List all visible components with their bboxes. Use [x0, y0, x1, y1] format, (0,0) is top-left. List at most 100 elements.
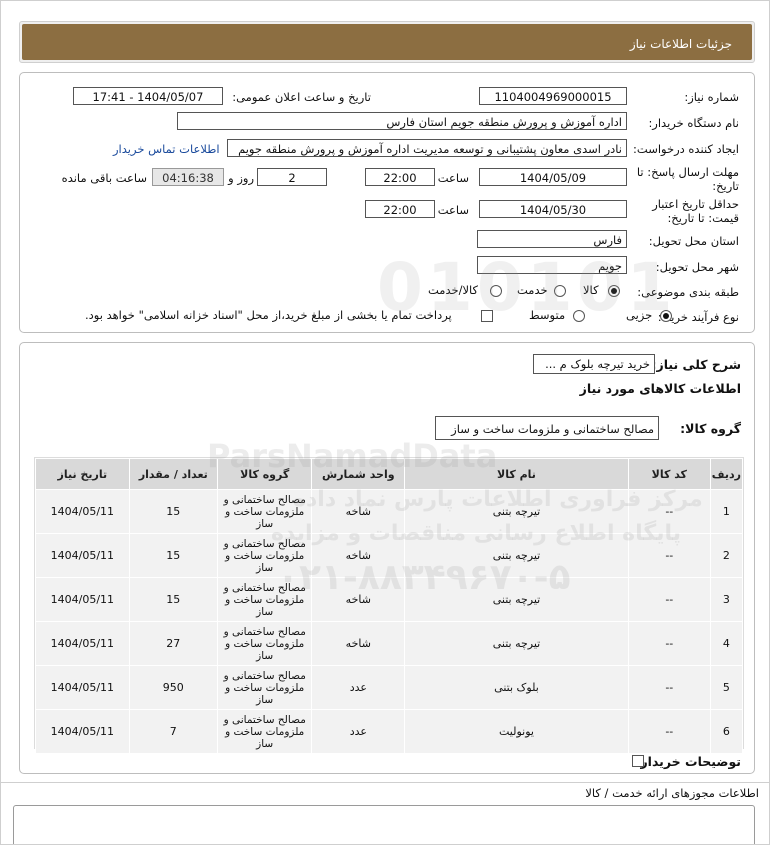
license-info-heading: اطلاعات مجوزهای ارائه خدمت / کالا	[585, 786, 759, 800]
table-row: 4 -- تیرچه بتنی شاخه مصالح ساختمانی و ملزوما…	[35, 621, 744, 666]
validity-time-field: 22:00	[365, 200, 435, 218]
need-date-cell: 1404/05/11	[35, 709, 130, 754]
goods-name-cell: تیرچه بتنی	[404, 489, 629, 534]
treasury-payment-note: پرداخت تمام یا بخشی از مبلغ خرید،از محل …	[85, 308, 452, 322]
goods-code-cell: --	[627, 709, 711, 754]
goods-name-cell: تیرچه بتنی	[404, 577, 629, 622]
goods-group-field: مصالح ساختمانی و ملزومات ساخت و ساز	[435, 416, 659, 440]
city-field: جویم	[477, 256, 627, 274]
need-date-cell: 1404/05/11	[35, 533, 130, 578]
col-header-quantity: تعداد / مقدار	[128, 458, 218, 490]
deadline-label-line2: تاریخ:	[712, 179, 739, 193]
page-header: جزئیات اطلاعات نیاز	[19, 21, 755, 63]
need-date-cell: 1404/05/11	[35, 489, 130, 534]
goods-group-cell: مصالح ساختمانی و ملزومات ساخت و ساز	[216, 533, 313, 578]
validity-time-label: ساعت	[437, 203, 469, 217]
goods-table-wrapper: ردیف کد کالا نام کالا واحد شمارش گروه کا…	[34, 457, 744, 754]
remaining-time-label: ساعت باقی مانده	[61, 171, 147, 185]
page-header-bar: جزئیات اطلاعات نیاز	[22, 24, 752, 60]
table-row: 3 -- تیرچه بتنی شاخه مصالح ساختمانی و ملزوما…	[35, 577, 744, 622]
category-service-label: خدمت	[517, 283, 548, 297]
goods-group-cell: مصالح ساختمانی و ملزومات ساخت و ساز	[216, 621, 313, 666]
need-number-label: شماره نیاز:	[684, 90, 739, 104]
quantity-cell: 27	[128, 621, 218, 666]
goods-group-label: گروه کالا:	[680, 421, 741, 436]
row-number-cell: 1	[709, 489, 744, 534]
unit-cell: شاخه	[311, 489, 406, 534]
buyer-contact-link[interactable]: اطلاعات تماس خریدار	[113, 142, 220, 156]
buyer-notes-label: توضیحات خریدار:	[635, 754, 741, 769]
category-service-radio[interactable]	[554, 285, 566, 297]
table-row: 2 -- تیرچه بتنی شاخه مصالح ساختمانی و ملزوما…	[35, 533, 744, 578]
table-row: 1 -- تیرچه بتنی شاخه مصالح ساختمانی و ملزوما…	[35, 489, 744, 534]
deadline-label-line1: مهلت ارسال پاسخ: تا	[636, 165, 739, 179]
unit-cell: عدد	[311, 665, 406, 710]
days-field: 2	[257, 168, 327, 186]
goods-info-title: اطلاعات کالاهای مورد نیاز	[579, 381, 741, 396]
page-frame: جزئیات اطلاعات نیاز شماره نیاز: 11040049…	[0, 0, 770, 845]
category-goods-radio[interactable]	[608, 285, 620, 297]
row-number-cell: 2	[709, 533, 744, 578]
goods-code-cell: --	[627, 489, 711, 534]
col-header-goods-code: کد کالا	[627, 458, 711, 490]
process-partial-label: جزیی	[626, 308, 653, 322]
category-goods-service-radio[interactable]	[490, 285, 502, 297]
goods-name-cell: تیرچه بتنی	[404, 533, 629, 578]
process-medium-label: متوسط	[529, 308, 566, 322]
treasury-payment-checkbox[interactable]	[481, 310, 493, 322]
goods-table-body: 1 -- تیرچه بتنی شاخه مصالح ساختمانی و ملزوما…	[35, 489, 744, 754]
remaining-time-field: 04:16:38	[152, 168, 224, 186]
need-date-cell: 1404/05/11	[35, 621, 130, 666]
category-goods-label: کالا	[583, 283, 599, 297]
goods-code-cell: --	[627, 577, 711, 622]
validity-label-line2: قیمت: تا تاریخ:	[667, 211, 739, 225]
goods-table-header: ردیف کد کالا نام کالا واحد شمارش گروه کا…	[35, 458, 744, 490]
need-number-field: 1104004969000015	[479, 87, 627, 105]
goods-group-cell: مصالح ساختمانی و ملزومات ساخت و ساز	[216, 577, 313, 622]
creator-label: ایجاد کننده درخواست:	[633, 142, 739, 156]
page-title: جزئیات اطلاعات نیاز	[629, 37, 732, 51]
deadline-time-label: ساعت	[437, 171, 469, 185]
validity-label-line1: حداقل تاریخ اعتبار	[652, 197, 739, 211]
buyer-org-field: اداره آموزش و پرورش منطقه جویم استان فار…	[177, 112, 627, 130]
row-number-cell: 3	[709, 577, 744, 622]
process-medium-radio[interactable]	[573, 310, 585, 322]
need-date-cell: 1404/05/11	[35, 577, 130, 622]
process-partial-radio[interactable]	[660, 310, 672, 322]
goods-code-cell: --	[627, 533, 711, 578]
row-number-cell: 5	[709, 665, 744, 710]
row-number-cell: 4	[709, 621, 744, 666]
col-header-need-date: تاریخ نیاز	[35, 458, 130, 490]
unit-cell: شاخه	[311, 533, 406, 578]
goods-name-cell: تیرچه بتنی	[404, 621, 629, 666]
unit-cell: شاخه	[311, 577, 406, 622]
row-number-cell: 6	[709, 709, 744, 754]
goods-group-cell: مصالح ساختمانی و ملزومات ساخت و ساز	[216, 665, 313, 710]
category-goods-service-label: کالا/خدمت	[428, 283, 479, 297]
section-divider	[1, 782, 769, 783]
need-description-label: شرح کلی نیاز:	[651, 357, 741, 372]
quantity-cell: 950	[128, 665, 218, 710]
quantity-cell: 7	[128, 709, 218, 754]
unit-cell: شاخه	[311, 621, 406, 666]
need-description-field: خرید تیرچه بلوک م ...	[533, 354, 655, 374]
announce-date-field: 1404/05/07 - 17:41	[73, 87, 223, 105]
buyer-org-label: نام دستگاه خریدار:	[648, 116, 739, 130]
city-label: شهر محل تحویل:	[655, 260, 739, 274]
quantity-cell: 15	[128, 577, 218, 622]
goods-name-cell: بلوک بتنی	[404, 665, 629, 710]
deadline-time-field: 22:00	[365, 168, 435, 186]
deadline-date-field: 1404/05/09	[479, 168, 627, 186]
province-field: فارس	[477, 230, 627, 248]
col-header-unit: واحد شمارش	[311, 458, 406, 490]
quantity-cell: 15	[128, 533, 218, 578]
goods-code-cell: --	[627, 665, 711, 710]
province-label: استان محل تحویل:	[648, 234, 739, 248]
goods-name-cell: یونولیت	[404, 709, 629, 754]
goods-group-cell: مصالح ساختمانی و ملزومات ساخت و ساز	[216, 709, 313, 754]
goods-group-cell: مصالح ساختمانی و ملزومات ساخت و ساز	[216, 489, 313, 534]
buyer-notes-checkbox[interactable]	[632, 755, 644, 767]
goods-code-cell: --	[627, 621, 711, 666]
need-date-cell: 1404/05/11	[35, 665, 130, 710]
days-label: روز و	[228, 171, 254, 185]
